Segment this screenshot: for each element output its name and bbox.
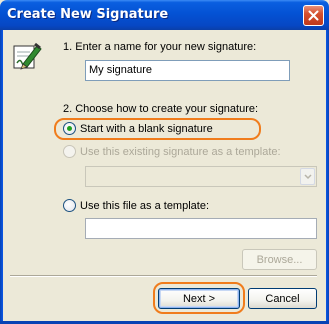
radio-existing-template[interactable]: Use this existing signature as a templat… bbox=[63, 145, 281, 158]
next-button-label: Next > bbox=[182, 292, 216, 305]
cancel-button-label: Cancel bbox=[265, 292, 300, 305]
radio-selected-dot bbox=[67, 126, 72, 131]
window-frame-left bbox=[0, 30, 3, 324]
window-title: Create New Signature bbox=[7, 7, 169, 22]
dropdown-button[interactable] bbox=[300, 168, 315, 185]
browse-button-label: Browse... bbox=[256, 253, 303, 266]
close-icon bbox=[308, 10, 319, 21]
radio-blank-label: Start with a blank signature bbox=[80, 122, 213, 135]
browse-button[interactable]: Browse... bbox=[242, 249, 317, 270]
close-button[interactable] bbox=[303, 5, 324, 26]
radio-button-unselected[interactable] bbox=[63, 199, 76, 212]
radio-button-disabled[interactable] bbox=[63, 145, 76, 158]
signature-name-value: My signature bbox=[89, 64, 152, 76]
existing-signature-dropdown[interactable] bbox=[85, 166, 317, 187]
title-bar[interactable]: Create New Signature bbox=[0, 0, 329, 30]
signature-pen-icon bbox=[13, 42, 42, 70]
name-prompt-label: 1. Enter a name for your new signature: bbox=[63, 41, 257, 53]
method-prompt-label: 2. Choose how to create your signature: bbox=[63, 103, 259, 115]
next-button[interactable]: Next > bbox=[158, 288, 240, 309]
footer-separator bbox=[10, 275, 317, 277]
radio-file-label: Use this file as a template: bbox=[80, 199, 210, 212]
create-signature-dialog: Create New Signature 1. Enter a name for… bbox=[0, 0, 329, 324]
radio-existing-label: Use this existing signature as a templat… bbox=[80, 145, 281, 158]
file-path-input[interactable] bbox=[85, 218, 317, 239]
chevron-down-icon bbox=[303, 173, 312, 179]
cancel-button[interactable]: Cancel bbox=[248, 288, 317, 309]
radio-button-selected[interactable] bbox=[63, 122, 76, 135]
signature-name-input[interactable]: My signature bbox=[85, 60, 290, 81]
radio-blank-signature[interactable]: Start with a blank signature bbox=[63, 122, 213, 135]
radio-file-template[interactable]: Use this file as a template: bbox=[63, 199, 209, 212]
